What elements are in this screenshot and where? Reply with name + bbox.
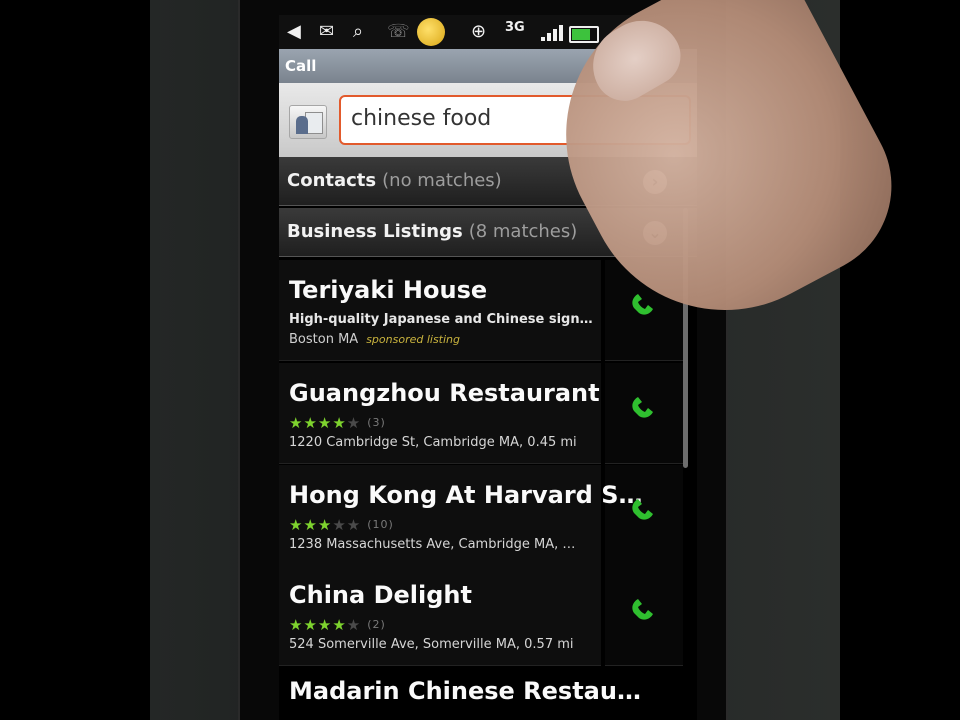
listing-location: Boston MA	[289, 332, 359, 347]
phone-call-icon[interactable]	[626, 391, 662, 427]
list-item[interactable]: Guangzhou Restaurant ★★★★★ (3) 1220 Cambr…	[279, 363, 697, 464]
contacts-count: (no matches)	[382, 170, 502, 191]
listing-address: 1238 Massachusetts Ave, Cambridge MA, …	[289, 537, 576, 552]
phone-call-icon[interactable]	[626, 593, 662, 629]
phone-call-icon[interactable]	[626, 288, 662, 324]
business-label: Business Listings	[287, 221, 463, 242]
search-icon: ⌕	[353, 21, 364, 42]
review-count: (2)	[367, 618, 386, 631]
letterbox-left	[0, 0, 150, 720]
network-type: 3G	[505, 20, 525, 35]
rating-stars: ★★★★★ (2)	[289, 616, 386, 634]
back-arrow-icon: ◀	[287, 21, 301, 42]
list-item[interactable]: China Delight ★★★★★ (2) 524 Somerville Av…	[279, 565, 697, 666]
listing-address: 524 Somerville Ave, Somerville MA, 0.57 …	[289, 637, 574, 652]
phone-call-icon[interactable]	[626, 493, 662, 529]
rating-stars: ★★★★★ (3)	[289, 414, 386, 432]
listing-name: Guangzhou Restaurant	[289, 379, 600, 407]
listing-name: Hong Kong At Harvard S…	[289, 481, 643, 509]
listing-name: China Delight	[289, 581, 472, 609]
page-title: Call	[285, 57, 317, 75]
sponsored-badge: sponsored listing	[366, 333, 460, 346]
gps-icon: ⊕	[471, 21, 487, 42]
listing-description: High-quality Japanese and Chinese sign…	[289, 312, 593, 327]
battery-icon	[569, 26, 599, 43]
weather-sun-icon	[417, 18, 445, 46]
mail-icon: ✉	[319, 21, 335, 42]
business-count: (8 matches)	[468, 221, 578, 242]
list-item[interactable]: Hong Kong At Harvard S… ★★★★★ (10) 1238 M…	[279, 465, 697, 566]
listing-name[interactable]: Madarin Chinese Restau…	[289, 677, 641, 705]
review-count: (10)	[367, 518, 394, 531]
rating-stars: ★★★★★ (10)	[289, 516, 394, 534]
listing-name: Teriyaki House	[289, 276, 488, 304]
contacts-label: Contacts	[287, 170, 377, 191]
missed-call-icon: ☏	[387, 21, 410, 42]
signal-icon	[541, 25, 565, 41]
listing-address: 1220 Cambridge St, Cambridge MA, 0.45 mi	[289, 435, 577, 450]
review-count: (3)	[367, 416, 386, 429]
contacts-icon[interactable]	[289, 105, 327, 139]
